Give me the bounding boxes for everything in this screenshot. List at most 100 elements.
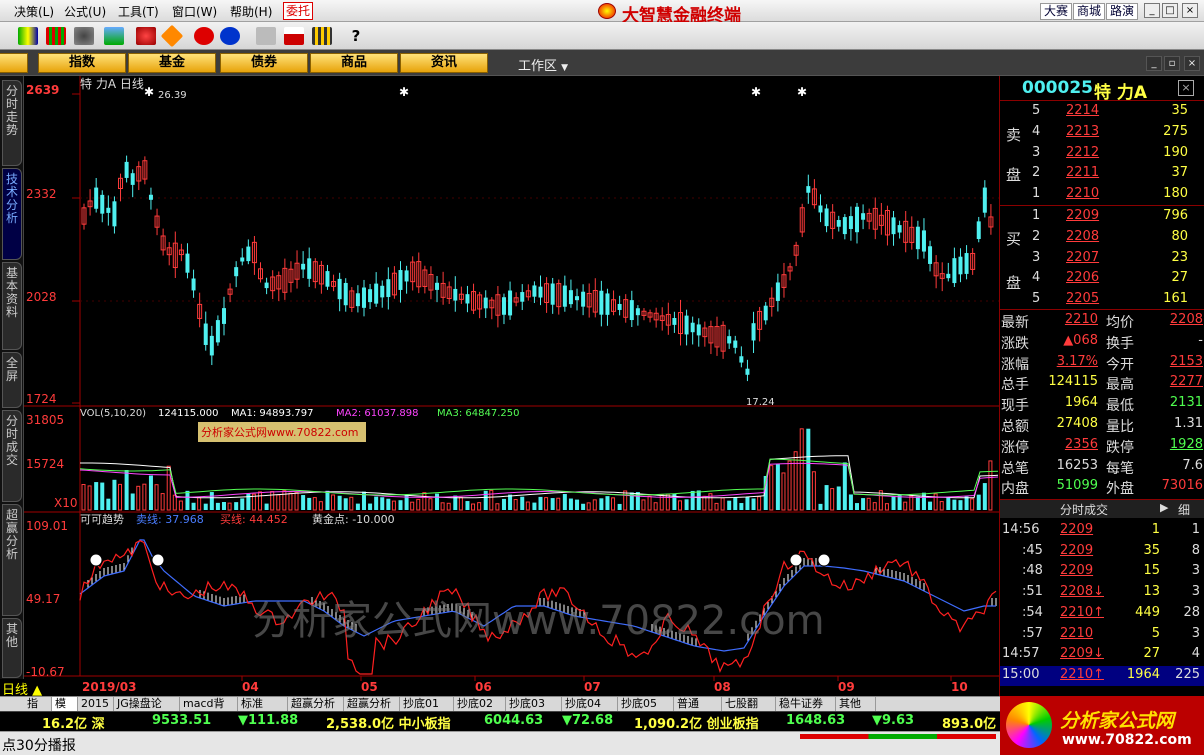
volume-bar <box>130 493 135 510</box>
kline-chart[interactable]: ✱ ✱ ✱ ✱ 2639 2332 2028 1724 特 力A 日线 26.39 1… <box>24 76 999 696</box>
template-tab[interactable]: 抄底04 <box>562 697 618 712</box>
print-icon[interactable] <box>256 27 276 45</box>
binoculars-icon[interactable] <box>74 27 94 45</box>
menu-tools[interactable]: 工具(T) <box>118 3 159 20</box>
sell-price[interactable]: 2213 <box>1066 124 1099 139</box>
diamond-icon[interactable] <box>160 24 184 48</box>
sell-price[interactable]: 2214 <box>1066 103 1099 118</box>
help-icon[interactable]: ? <box>346 27 366 45</box>
tab-other[interactable]: 其他 <box>2 618 22 678</box>
top-link-mall[interactable]: 商城 <box>1073 3 1106 20</box>
sell-volume: 35 <box>1171 103 1188 118</box>
template-tab[interactable]: 模板 <box>52 697 78 724</box>
volume-bar <box>921 492 926 510</box>
buy-price[interactable]: 2205 <box>1066 291 1099 306</box>
template-tab[interactable]: 普通 <box>674 697 722 712</box>
candle-body <box>818 205 823 213</box>
volume-bar <box>94 482 99 510</box>
signal-face-icon <box>789 553 803 567</box>
template-tab[interactable]: 抄底02 <box>454 697 506 712</box>
candle-body <box>672 318 677 325</box>
template-tab[interactable]: 2015 <box>78 697 114 712</box>
chart-area[interactable]: ✱ ✱ ✱ ✱ 2639 2332 2028 1724 特 力A 日线 26.39 1… <box>0 76 999 698</box>
stat-value: 1.31 <box>1174 416 1203 431</box>
sell-price[interactable]: 2211 <box>1066 165 1099 180</box>
close-icon[interactable]: × <box>1182 3 1198 18</box>
top-link-contest[interactable]: 大赛 <box>1040 3 1073 20</box>
menu-help[interactable]: 帮助(H) <box>230 3 272 20</box>
f10-icon[interactable] <box>194 27 214 45</box>
minimize-icon[interactable]: _ <box>1144 3 1160 18</box>
panel-restore-icon[interactable]: ▫ <box>1164 56 1180 71</box>
trade-count: 8 <box>1191 542 1200 558</box>
template-tab[interactable]: 超赢分析 <box>344 697 400 712</box>
candle-body <box>739 356 744 363</box>
play-icon[interactable]: ▶ <box>1160 501 1168 514</box>
volume-bar <box>781 472 786 511</box>
buy-price[interactable]: 2209 <box>1066 208 1099 223</box>
workarea-menu[interactable]: 工作区 ▼ <box>518 55 568 74</box>
template-tab[interactable]: 超赢分析 <box>288 697 344 712</box>
menu-formula[interactable]: 公式(U) <box>64 3 106 20</box>
panel-close-icon[interactable]: × <box>1184 56 1200 71</box>
candle-body <box>465 294 470 304</box>
menu-decision[interactable]: 决策(L) <box>14 3 54 20</box>
template-tab[interactable]: 稳牛证券 <box>776 697 836 712</box>
candle-body <box>368 289 373 303</box>
books-icon[interactable] <box>312 27 332 45</box>
trade-button[interactable]: 委托 <box>283 2 313 20</box>
template-tab[interactable]: 其他 <box>836 697 876 712</box>
trades-detail-button[interactable]: 细 <box>1178 501 1190 518</box>
bars-icon[interactable] <box>46 27 66 45</box>
template-tab[interactable]: JG操盘论 <box>114 697 180 712</box>
tab-fundamental[interactable]: 基本资料 <box>2 262 22 350</box>
person-icon[interactable] <box>136 27 156 45</box>
star-marker: ✱ <box>751 85 761 99</box>
tab-chaoying[interactable]: 超赢分析 <box>2 504 22 616</box>
template-tab[interactable]: 抄底05 <box>618 697 674 712</box>
nav-bond[interactable]: 债券 <box>220 53 308 73</box>
tab-technical[interactable]: 技术分析 <box>2 168 22 260</box>
volume-bar <box>757 496 762 511</box>
buy-level: 5 <box>1032 291 1041 307</box>
tab-intraday[interactable]: 分时走势 <box>2 80 22 166</box>
volume-bar <box>142 483 147 511</box>
stat-value: 2210 <box>1064 312 1098 327</box>
volume-bar <box>861 498 866 510</box>
volume-bar <box>374 496 379 510</box>
volume-bar <box>532 502 537 510</box>
tab-trades[interactable]: 分时成交 <box>2 410 22 502</box>
panel-close-icon[interactable]: × <box>1178 80 1194 96</box>
buy-price[interactable]: 2207 <box>1066 250 1099 265</box>
stat-value: 124115 <box>1048 374 1098 390</box>
month-label: 05 <box>361 680 378 694</box>
nav-stock[interactable]: 股 <box>0 53 28 73</box>
template-tab[interactable]: 七股翻 <box>722 697 776 712</box>
chart-icon[interactable] <box>104 27 124 45</box>
menu-window[interactable]: 窗口(W) <box>172 3 217 20</box>
buy-price[interactable]: 2206 <box>1066 270 1099 285</box>
maximize-icon[interactable]: □ <box>1162 3 1178 18</box>
nav-fund[interactable]: 基金 <box>128 53 216 73</box>
sell-price[interactable]: 2210 <box>1066 186 1099 201</box>
info-icon[interactable] <box>220 27 240 45</box>
template-tab[interactable]: 标准 <box>238 697 288 712</box>
left-tab-strip: 分时走势 技术分析 基本资料 全屏 分时成交 超赢分析 其他 <box>0 76 24 696</box>
template-tab[interactable]: 抄底03 <box>506 697 562 712</box>
period-selector[interactable]: 日线 ▲ <box>0 679 48 698</box>
candle-body <box>215 320 220 343</box>
flag-icon[interactable] <box>18 27 38 45</box>
volume-bar <box>982 483 987 510</box>
buy-price[interactable]: 2208 <box>1066 229 1099 244</box>
template-tab[interactable]: 抄底01 <box>400 697 454 712</box>
tab-fullscreen[interactable]: 全屏 <box>2 352 22 408</box>
nav-news[interactable]: 资讯 <box>400 53 488 73</box>
nav-index[interactable]: 指数 <box>38 53 126 73</box>
window-icon[interactable] <box>284 27 304 45</box>
template-tab[interactable]: 指标 <box>24 697 52 724</box>
top-link-roadshow[interactable]: 路演 <box>1106 3 1139 20</box>
nav-commodity[interactable]: 商品 <box>310 53 398 73</box>
sell-price[interactable]: 2212 <box>1066 145 1099 160</box>
template-tab[interactable]: macd背离 <box>180 697 238 724</box>
panel-minimize-icon[interactable]: _ <box>1146 56 1162 71</box>
